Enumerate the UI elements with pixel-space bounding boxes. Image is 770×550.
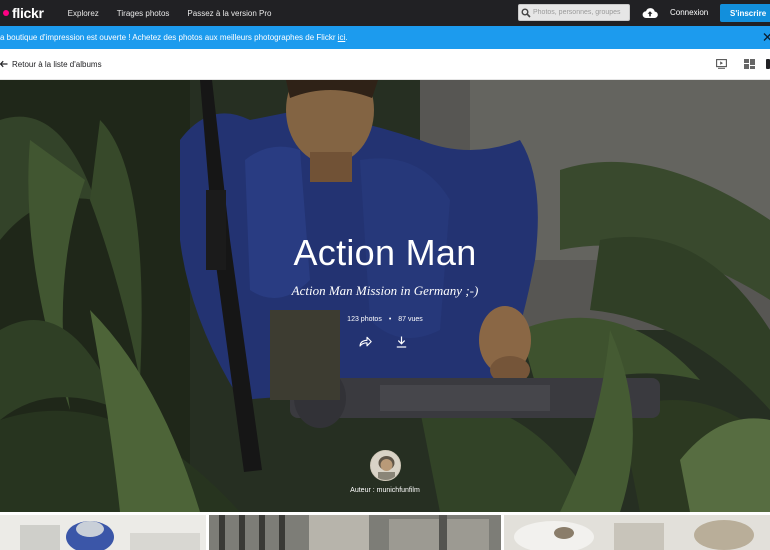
logo-dot [3, 10, 9, 16]
album-title: Action Man [293, 232, 477, 273]
author-label[interactable]: Auteur : munichfunfilm [0, 487, 770, 494]
search-box[interactable] [518, 4, 630, 21]
nav-link-pro[interactable]: Passez à la version Pro [187, 9, 271, 18]
nav-link-prints[interactable]: Tirages photos [117, 9, 170, 18]
nav-link-explore[interactable]: Explorez [68, 9, 99, 18]
thumbnail-image [0, 515, 206, 550]
logo-text: flickr [12, 5, 44, 21]
photo-thumbnail[interactable] [0, 515, 206, 550]
banner-text-end: . [345, 33, 348, 42]
banner-text: a boutique d'impression est ouverte ! Ac… [0, 33, 338, 42]
search-input[interactable] [533, 5, 627, 20]
top-navigation: flickr Explorez Tirages photos Passez à … [0, 0, 770, 26]
album-stats: 123 photos • 87 vues [0, 316, 770, 323]
arrow-left-icon [0, 60, 8, 68]
back-to-albums-link[interactable]: Retour à la liste d'albums [0, 60, 102, 69]
flickr-logo[interactable]: flickr [3, 0, 44, 26]
download-icon[interactable] [396, 336, 407, 348]
banner-message: a boutique d'impression est ouverte ! Ac… [0, 33, 348, 42]
album-description: Action Man Mission in Germany ;-) [291, 283, 479, 298]
album-toolbar: Retour à la liste d'albums [0, 49, 770, 80]
close-icon[interactable] [763, 32, 770, 42]
album-cover: Action Man Action Man Mission in Germany… [0, 80, 770, 512]
photo-thumbnail[interactable] [209, 515, 501, 550]
more-options-icon[interactable] [766, 59, 770, 69]
photo-thumbnail[interactable] [504, 515, 770, 550]
cloud-upload-icon[interactable] [642, 6, 658, 20]
stats-separator: • [388, 316, 392, 323]
search-icon[interactable] [519, 5, 533, 20]
layout-grid-icon[interactable] [744, 59, 755, 69]
promo-banner: a boutique d'impression est ouverte ! Ac… [0, 26, 770, 49]
author-avatar[interactable] [370, 450, 401, 481]
back-label: Retour à la liste d'albums [12, 59, 102, 69]
signup-button[interactable]: S'inscrire [720, 4, 770, 22]
thumbnail-image [209, 515, 501, 550]
thumbnail-image [504, 515, 770, 550]
login-link[interactable]: Connexion [670, 8, 708, 17]
photo-grid [0, 512, 770, 550]
photo-count: 123 photos [347, 316, 382, 323]
view-count: 87 vues [398, 316, 423, 323]
share-icon[interactable] [359, 336, 372, 347]
slideshow-icon[interactable] [716, 59, 727, 69]
